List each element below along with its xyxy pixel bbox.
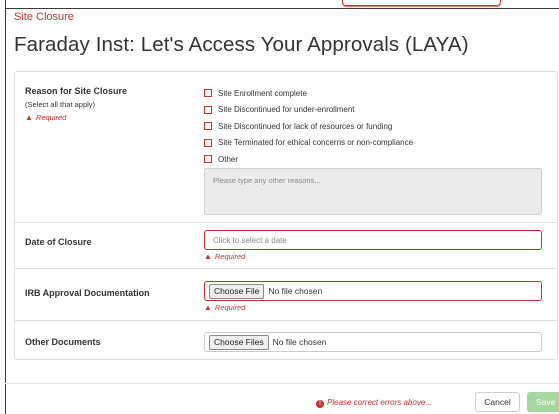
checkbox-option[interactable]: Site Enrollment complete — [204, 85, 413, 102]
footer-divider — [5, 383, 559, 384]
checkbox[interactable] — [204, 138, 212, 147]
section-divider — [15, 222, 557, 223]
checkbox-label: Site Terminated for ethical concerns or … — [218, 138, 414, 148]
file-status: No file chosen — [272, 337, 327, 347]
page-title: Faraday Inst: Let's Access Your Approval… — [14, 33, 469, 56]
section-divider — [15, 268, 557, 269]
error-icon: ! — [316, 400, 324, 408]
reason-label: Reason for Site Closure — [25, 86, 128, 96]
date-picker-input[interactable]: Click to select a date — [204, 230, 542, 250]
top-tab-edge — [342, 0, 501, 6]
cancel-button[interactable]: Cancel — [475, 392, 520, 412]
other-docs-file-input[interactable]: Choose Files No file chosen — [204, 332, 542, 352]
form-error-message: ! Please correct errors above... — [316, 398, 432, 408]
file-status: No file chosen — [268, 286, 323, 296]
other-docs-label: Other Documents — [25, 337, 101, 347]
checkbox[interactable] — [204, 155, 212, 164]
save-button[interactable]: Save — [527, 392, 559, 412]
warning-icon: ▲ — [204, 252, 212, 261]
irb-required: ▲ Required — [204, 303, 245, 312]
choose-files-button[interactable]: Choose Files — [209, 334, 269, 350]
checkbox-label: Other — [218, 154, 239, 164]
reason-checkbox-list: Site Enrollment complete Site Discontinu… — [204, 85, 413, 168]
choose-file-button[interactable]: Choose File — [209, 283, 265, 299]
reason-required: ▲ Required — [25, 113, 66, 122]
checkbox-label: Site Discontinued for lack of resources … — [218, 121, 393, 131]
checkbox[interactable] — [204, 122, 212, 131]
section-divider — [15, 320, 557, 321]
checkbox[interactable] — [204, 89, 212, 98]
irb-file-input[interactable]: Choose File No file chosen — [204, 281, 542, 301]
warning-icon: ▲ — [204, 303, 212, 312]
window-top-border — [5, 8, 559, 9]
checkbox-label: Site Enrollment complete — [218, 88, 307, 98]
checkbox-label: Site Discontinued for under-enrollment — [218, 105, 355, 115]
date-label: Date of Closure — [25, 237, 92, 247]
date-required-text: Required — [214, 252, 246, 261]
irb-label: IRB Approval Documentation — [25, 288, 150, 298]
breadcrumb[interactable]: Site Closure — [14, 11, 74, 23]
other-reasons-textarea[interactable]: Please type any other reasons... — [204, 168, 542, 215]
site-closure-form: Reason for Site Closure (Select all that… — [14, 71, 558, 360]
date-required: ▲ Required — [204, 252, 245, 261]
window-left-border — [5, 0, 6, 414]
reason-hint: (Select all that apply) — [25, 100, 96, 109]
irb-required-text: Required — [214, 303, 246, 312]
warning-icon: ▲ — [25, 113, 33, 122]
checkbox-option[interactable]: Site Discontinued for lack of resources … — [204, 118, 413, 135]
checkbox[interactable] — [204, 105, 212, 114]
checkbox-option[interactable]: Other — [204, 151, 413, 168]
checkbox-option[interactable]: Site Discontinued for under-enrollment — [204, 102, 413, 119]
checkbox-option[interactable]: Site Terminated for ethical concerns or … — [204, 135, 413, 152]
reason-required-text: Required — [35, 113, 67, 122]
form-error-text: Please correct errors above... — [327, 398, 432, 407]
